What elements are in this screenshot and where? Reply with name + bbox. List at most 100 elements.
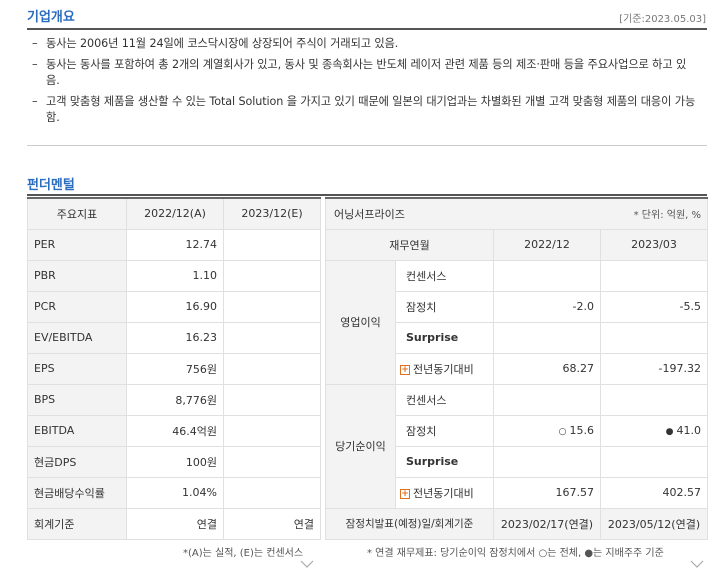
cell-value <box>599 445 709 478</box>
table-row: EBITDA 46.4억원 <box>27 414 321 447</box>
overview-separator <box>27 145 707 146</box>
cell-value: 2023/02/17(연결) <box>493 507 601 540</box>
cell-actual: 1.04% <box>126 476 224 509</box>
table-row: 회계기준 연결 연결 <box>27 507 321 540</box>
group-label-operating-profit: 영업이익 <box>325 259 396 385</box>
column-header: 2023/12(E) <box>223 197 321 230</box>
cell-estimate <box>223 290 321 323</box>
row-label: EV/EBITDA <box>27 321 127 354</box>
row-label: 잠정치 <box>395 414 494 447</box>
overview-title: 기업개요 <box>27 10 75 25</box>
overview-bullet: – 동사는 2006년 11월 24일에 코스닥시장에 상장되어 주식이 거래되고… <box>32 37 399 50</box>
row-label: PBR <box>27 259 127 292</box>
cell-value: 402.57 <box>599 476 709 509</box>
row-label: 회계기준 <box>27 507 127 540</box>
chevron-down-icon[interactable] <box>300 560 314 568</box>
cell-value: -5.5 <box>599 290 709 323</box>
filled-circle-icon: ● <box>665 427 674 437</box>
expand-plus-icon[interactable]: + <box>400 488 410 499</box>
cell-value: ○ 15.6 <box>493 414 601 447</box>
table-row: PCR 16.90 <box>27 290 321 323</box>
row-label: 컨센서스 <box>395 383 494 416</box>
cell-value: 167.57 <box>493 476 601 509</box>
cell-value <box>493 383 601 416</box>
cell-value: 2023/05/12(연결) <box>599 507 709 540</box>
fundamentals-title: 펀더멘털 <box>27 178 75 193</box>
cell-value <box>493 321 601 354</box>
row-label: 잠정치발표(예정)일/회계기준 <box>325 507 494 540</box>
table-row: 잠정치발표(예정)일/회계기준 2023/02/17(연결) 2023/05/1… <box>325 507 709 540</box>
cell-actual: 1.10 <box>126 259 224 292</box>
base-date: [기준:2023.05.03] <box>619 14 706 25</box>
row-label: PCR <box>27 290 127 323</box>
left-table-note: *(A)는 실적, (E)는 컨센서스 <box>183 548 304 559</box>
cell-estimate <box>223 476 321 509</box>
table-row: 현금DPS 100원 <box>27 445 321 478</box>
row-label: 전년동기대비 <box>413 486 474 500</box>
table-row: 영업이익 컨센서스 <box>325 259 709 385</box>
hollow-circle-icon: ○ <box>558 427 567 437</box>
column-header: 2022/12 <box>493 228 601 261</box>
cell-actual: 756원 <box>126 352 224 385</box>
cell-value <box>493 259 601 292</box>
cell-value: 68.27 <box>493 352 601 385</box>
table-row: PER 12.74 <box>27 228 321 261</box>
overview-bullets: – 동사는 2006년 11월 24일에 코스닥시장에 상장되어 주식이 거래되고… <box>32 36 697 131</box>
row-label: 잠정치 <box>395 290 494 323</box>
unit-label: * 단위: 억원, % <box>493 197 709 230</box>
row-label: EBITDA <box>27 414 127 447</box>
right-table-note: * 연결 재무제표: 당기순이익 잠정치에서 ○는 전체, ●는 지배주주 기준 <box>367 548 664 559</box>
cell-estimate <box>223 352 321 385</box>
column-header: 2023/03 <box>599 228 709 261</box>
cell-value: ● 41.0 <box>599 414 709 447</box>
overview-bullet: – 고객 맞춤형 제품을 생산할 수 있는 Total Solution 을 가지… <box>32 95 696 124</box>
cell-value: -197.32 <box>599 352 709 385</box>
cell-value <box>599 259 709 292</box>
cell-estimate <box>223 321 321 354</box>
column-header: 2022/12(A) <box>126 197 224 230</box>
cell-estimate <box>223 259 321 292</box>
cell-value <box>599 321 709 354</box>
earnings-surprise-title: 어닝서프라이즈 <box>325 197 494 230</box>
yoy-row-header[interactable]: + 전년동기대비 <box>395 476 494 509</box>
cell-actual: 16.90 <box>126 290 224 323</box>
chevron-down-icon[interactable] <box>690 560 704 568</box>
column-header: 재무연월 <box>325 228 494 261</box>
row-label: Surprise <box>395 321 494 354</box>
earnings-surprise-table: 어닝서프라이즈 * 단위: 억원, % 재무연월 2022/12 2023/03… <box>325 197 709 540</box>
row-label: 현금DPS <box>27 445 127 478</box>
cell-actual: 연결 <box>126 507 224 540</box>
table-row: BPS 8,776원 <box>27 383 321 416</box>
cell-actual: 46.4억원 <box>126 414 224 447</box>
cell-value <box>493 445 601 478</box>
row-label: 전년동기대비 <box>413 362 474 376</box>
row-label: PER <box>27 228 127 261</box>
cell-estimate <box>223 414 321 447</box>
cell-value: -2.0 <box>493 290 601 323</box>
cell-actual: 12.74 <box>126 228 224 261</box>
overview-bullet: – 동사는 동사를 포함하여 총 2개의 계열회사가 있고, 동사 및 종속회사는… <box>32 58 687 87</box>
yoy-row-header[interactable]: + 전년동기대비 <box>395 352 494 385</box>
table-row: EV/EBITDA 16.23 <box>27 321 321 354</box>
overview-rule <box>27 28 707 30</box>
group-label-net-income: 당기순이익 <box>325 383 396 509</box>
table-row: 당기순이익 컨센서스 <box>325 383 709 509</box>
row-label: 현금배당수익률 <box>27 476 127 509</box>
cell-estimate <box>223 228 321 261</box>
cell-actual: 100원 <box>126 445 224 478</box>
column-header: 주요지표 <box>27 197 127 230</box>
cell-actual: 16.23 <box>126 321 224 354</box>
cell-estimate: 연결 <box>223 507 321 540</box>
table-row: 현금배당수익률 1.04% <box>27 476 321 509</box>
fundamentals-rule <box>27 194 707 196</box>
expand-plus-icon[interactable]: + <box>400 364 410 375</box>
row-label: BPS <box>27 383 127 416</box>
key-indicators-table: 주요지표 2022/12(A) 2023/12(E) PER 12.74 PBR 1… <box>27 197 321 540</box>
row-label: Surprise <box>395 445 494 478</box>
table-row: PBR 1.10 <box>27 259 321 292</box>
table-header-row: 주요지표 2022/12(A) 2023/12(E) <box>27 197 321 230</box>
row-label: EPS <box>27 352 127 385</box>
cell-actual: 8,776원 <box>126 383 224 416</box>
cell-estimate <box>223 445 321 478</box>
table-title-row: 어닝서프라이즈 * 단위: 억원, % <box>325 197 709 230</box>
